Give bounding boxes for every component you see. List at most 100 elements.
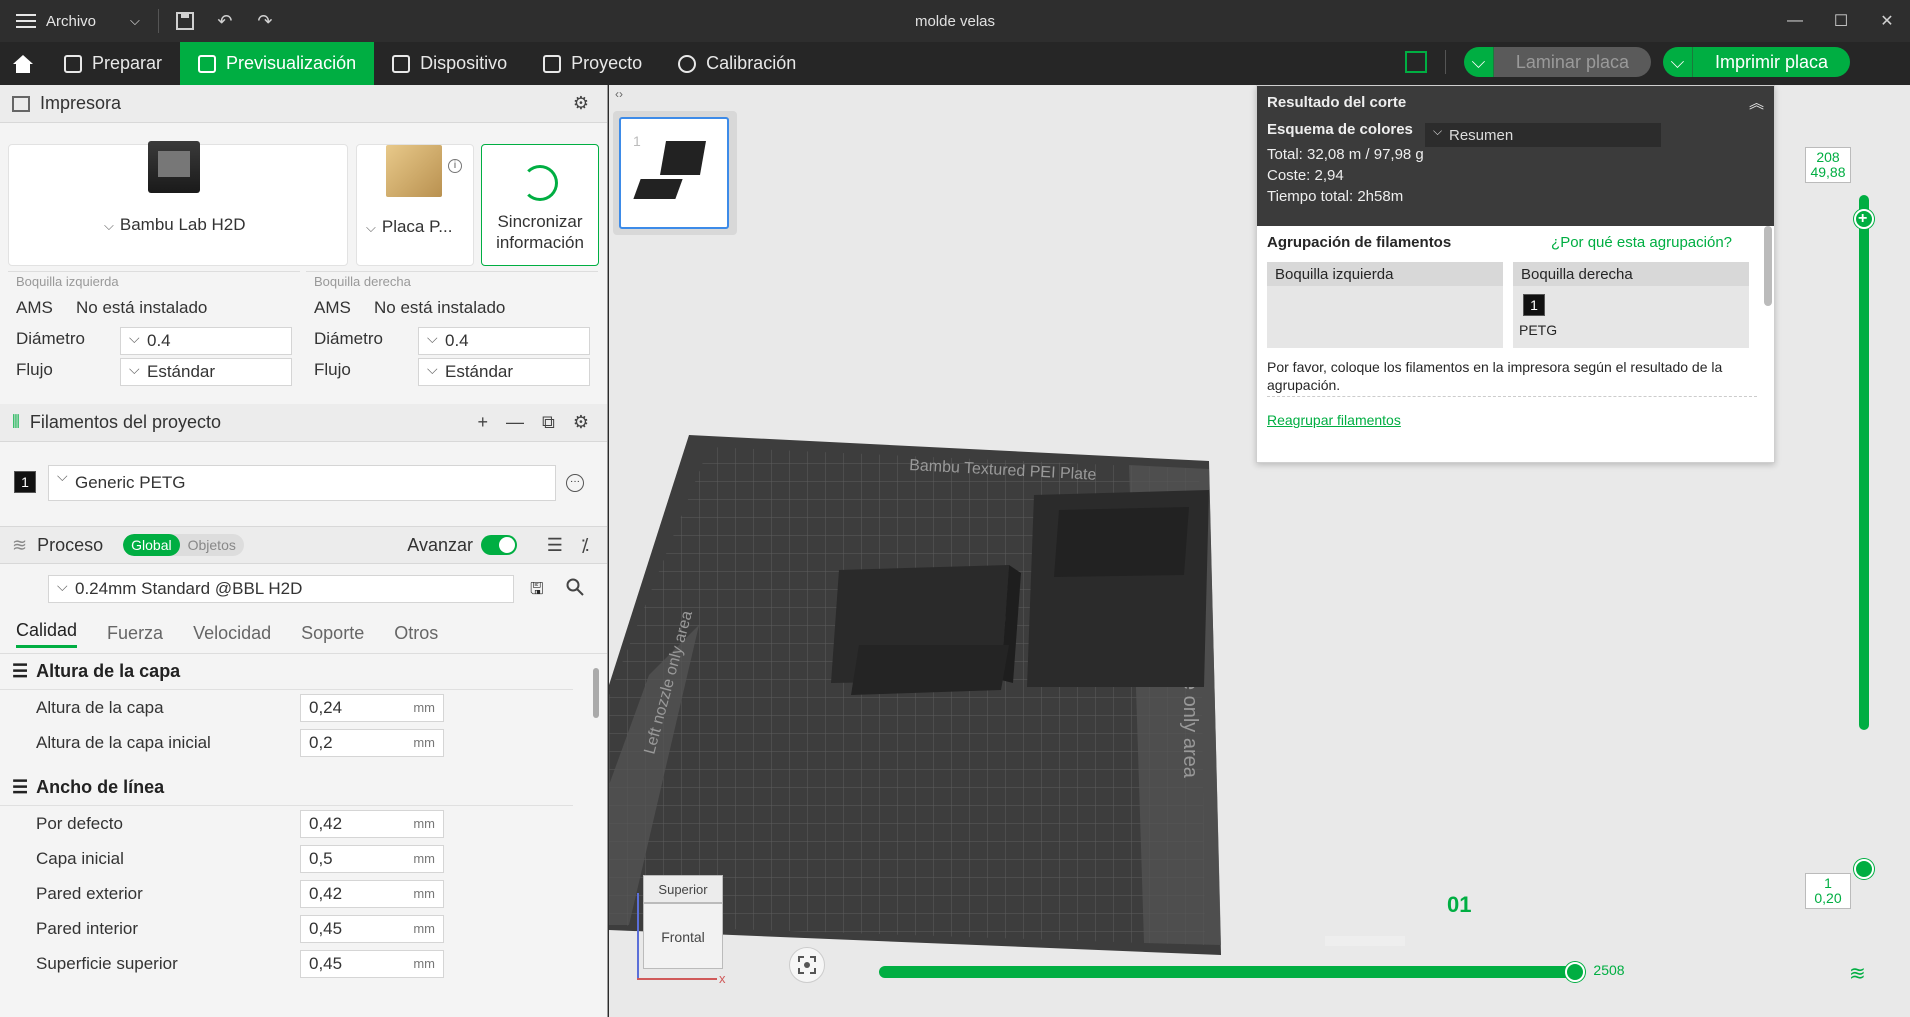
cube-top-face[interactable]: Superior [643,875,723,903]
move-slider[interactable] [879,966,1575,978]
main-nav: Preparar Previsualización Dispositivo Pr… [0,42,1910,85]
redo-icon[interactable]: ↷ [245,0,285,42]
move-count: 2508 [1587,961,1631,980]
tab-label: Preparar [92,53,163,73]
move-slider-handle[interactable] [1565,962,1585,982]
list-icon[interactable]: ☰ [547,535,563,556]
flow-value: Estándar [147,362,216,381]
scope-global[interactable]: Global [123,534,180,556]
grouping-help-link[interactable]: ¿Por qué esta agrupación? [1551,234,1732,251]
setting-input[interactable]: 0,2 mm [300,728,444,757]
bottom-layer-handle[interactable] [1854,859,1874,879]
project-icon [543,54,562,73]
setting-unit: mm [413,956,435,971]
collapse-icon[interactable]: ︽ [1749,92,1764,113]
advanced-toggle[interactable] [481,535,517,555]
home-icon[interactable] [0,42,46,85]
thumbnail-number: 1 [633,133,641,149]
tab-dispositivo[interactable]: Dispositivo [374,42,525,85]
remove-icon[interactable]: — [506,412,524,433]
maximize-icon[interactable]: ☐ [1818,0,1864,42]
right-nozzle-group: Boquilla derecha 1 PETG [1513,262,1749,348]
cube-front-face[interactable]: Frontal [643,903,723,969]
tab-velocidad[interactable]: Velocidad [193,623,271,644]
x-axis [637,978,717,980]
gear-icon[interactable]: ⚙ [573,412,589,433]
right-diameter-select[interactable]: 0.4 [418,327,590,355]
slice-plate-button[interactable]: ⌵ Laminar placa [1463,47,1651,77]
flow-label: Flujo [314,360,351,379]
cost-line: Coste: 2,94 [1267,167,1764,184]
color-scheme-select[interactable]: Resumen [1425,123,1661,147]
setting-input[interactable]: 0,42 mm [300,809,444,838]
layers-icon[interactable]: ≋ [1849,961,1866,986]
process-section-header: ≋ Proceso Global Objetos Avanzar ☰ ⁒ [0,526,607,564]
filament-select[interactable]: Generic PETG [48,465,556,501]
chevron-down-icon[interactable]: ⌵ [1463,47,1494,77]
file-menu-button[interactable]: Archivo ⌵ [0,0,152,42]
setting-input[interactable]: 0,42 mm [300,879,444,908]
top-layer-handle[interactable] [1854,209,1874,229]
flow-value: Estándar [445,362,514,381]
process-profile-row: 0.24mm Standard @BBL H2D 🖫 [0,564,607,614]
minimize-icon[interactable]: — [1772,0,1818,42]
collapse-panel-icon[interactable]: ‹› [615,87,623,101]
setting-input[interactable]: 0,24 mm [300,693,444,722]
section-title: Filamentos del proyecto [29,412,222,432]
layout-icon[interactable] [1404,51,1427,73]
chevron-down-icon[interactable]: ⌵ [1662,47,1693,77]
x-axis-label: x [719,971,726,986]
print-plate-button[interactable]: ⌵ Imprimir placa [1662,47,1850,77]
more-options-icon[interactable]: ··· [566,474,584,492]
setting-unit: mm [413,700,435,715]
add-icon[interactable]: + [477,412,488,433]
tab-previsualizacion[interactable]: Previsualización [180,42,375,85]
grouping-note: Por favor, coloque los filamentos en la … [1267,359,1723,393]
scope-objects[interactable]: Objetos [180,534,244,556]
compare-icon[interactable]: ⁒ [581,535,589,556]
tab-calibracion[interactable]: Calibración [660,42,814,85]
left-flow-select[interactable]: Estándar [120,358,292,386]
setting-input[interactable]: 0,45 mm [300,949,444,978]
preview-viewport[interactable]: Bambu Textured PEI Plate Right nozzle on… [609,85,1910,1017]
tab-preparar[interactable]: Preparar [46,42,180,85]
process-profile-select[interactable]: 0.24mm Standard @BBL H2D [48,575,514,603]
setting-input[interactable]: 0,5 mm [300,844,444,873]
printer-select[interactable]: ⌵ Bambu Lab H2D [104,215,246,235]
layer-range-slider[interactable] [1859,195,1869,730]
close-icon[interactable]: ✕ [1864,0,1910,42]
tab-fuerza[interactable]: Fuerza [107,623,163,644]
tab-label: Calibración [706,53,797,73]
diameter-label: Diámetro [314,329,383,348]
scope-toggle[interactable]: Global Objetos [123,534,244,556]
left-sidebar: Impresora ⚙ ⌵ Bambu Lab H2D i ⌵ Placa P...… [0,85,608,1017]
tab-calidad[interactable]: Calidad [16,620,78,648]
setting-row: Altura de la capa 0,24 mm [0,690,607,725]
fit-view-icon[interactable] [789,947,825,983]
thumb-model-lid [633,179,683,199]
scrollbar[interactable] [1764,226,1772,306]
undo-icon[interactable]: ↶ [205,0,245,42]
search-icon[interactable] [566,578,584,601]
sync-info-button[interactable]: Sincronizar información [481,144,599,266]
tab-otros[interactable]: Otros [394,623,438,644]
plate-thumbnail[interactable]: 1 [619,117,729,229]
plate-select[interactable]: ⌵ Placa P... [366,217,452,237]
tab-proyecto[interactable]: Proyecto [525,42,660,85]
right-nozzle-panel: Boquilla derecha AMS No está instalado D… [306,271,598,399]
chevron-down-icon: ⌵ [366,220,376,235]
setting-row: Altura de la capa inicial 0,2 mm [0,725,607,760]
regroup-filaments-link[interactable]: Reagrupar filamentos [1267,412,1401,428]
tab-label: Proyecto [571,53,643,73]
tab-soporte[interactable]: Soporte [301,623,364,644]
info-icon[interactable]: i [448,159,462,173]
right-flow-select[interactable]: Estándar [418,358,590,386]
view-cube[interactable]: Superior Frontal x [629,873,729,993]
setting-row: Superficie superior 0,45 mm [0,946,607,981]
setting-input[interactable]: 0,45 mm [300,914,444,943]
gear-icon[interactable]: ⚙ [573,93,589,114]
save-icon[interactable]: 🖫 [530,578,544,605]
save-icon[interactable] [165,0,205,42]
sync-filament-icon[interactable]: ⧉ [542,412,555,433]
left-diameter-select[interactable]: 0.4 [120,327,292,355]
